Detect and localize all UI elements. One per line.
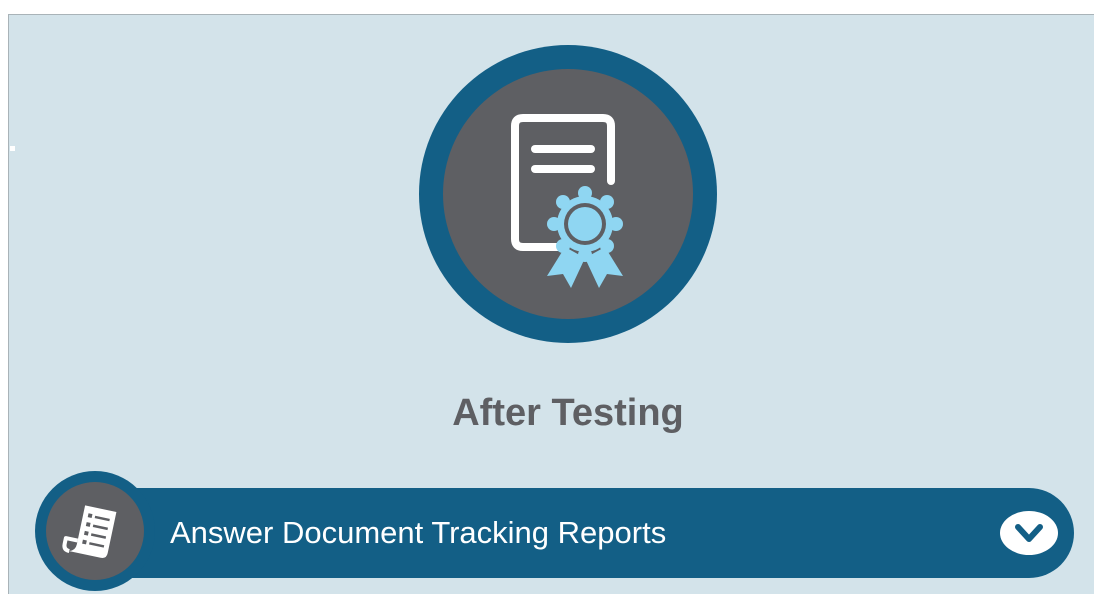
certificate-document-icon [511,114,623,288]
report-icon-circle [46,482,144,580]
edge-marker [10,146,15,151]
expand-button[interactable] [1000,511,1058,555]
section-title: After Testing [452,392,684,434]
hero-icon-circle [443,69,693,319]
hero-icon-ring [419,45,717,343]
report-document-icon [62,505,117,558]
report-item-label: Answer Document Tracking Reports [170,515,667,550]
chevron-down-icon [1015,524,1043,542]
report-icon-ring [35,471,155,591]
answer-document-tracking-reports-item[interactable]: Answer Document Tracking Reports [80,488,1074,578]
